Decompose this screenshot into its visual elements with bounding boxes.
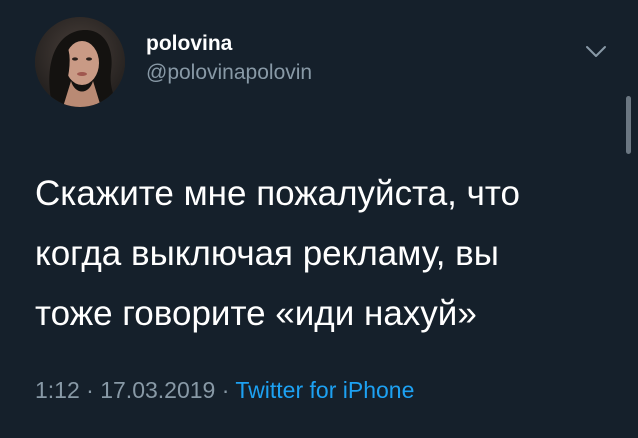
meta-separator: · [221,377,230,403]
display-name[interactable]: polovina [146,31,232,57]
scrollbar[interactable] [626,96,631,154]
meta-separator: · [86,377,94,403]
tweet-meta: 1:12 · 17.03.2019 · Twitter for iPhone [35,375,414,405]
tweet-text: Скажите мне пожалуйста, что когда выключ… [35,164,620,344]
profile-photo-icon [35,17,125,107]
chevron-down-icon[interactable] [581,40,611,64]
user-handle[interactable]: @polovinapolovin [146,60,312,86]
tweet-source-link[interactable]: Twitter for iPhone [235,377,414,403]
tweet-line: Скажите мне пожалуйста, что [35,174,520,213]
tweet-line: когда выключая рекламу, вы [35,234,499,273]
tweet-time: 1:12 [35,377,80,403]
tweet-date: 17.03.2019 [100,377,216,403]
avatar[interactable] [35,17,125,107]
tweet-line: тоже говорите «иди нахуй» [35,294,477,333]
